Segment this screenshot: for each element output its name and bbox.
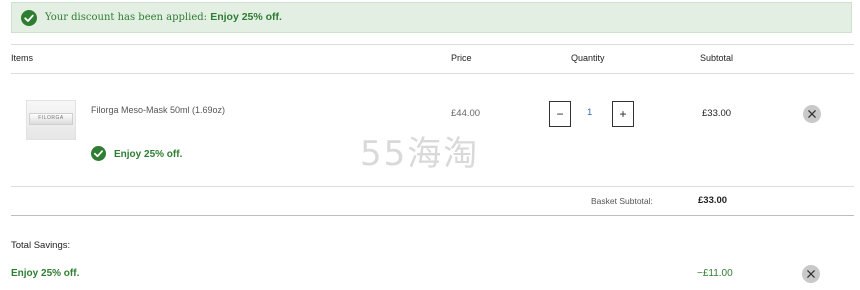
watermark: 55海淘	[360, 134, 480, 174]
column-header-subtotal: Subtotal	[700, 53, 734, 63]
check-circle-icon	[21, 10, 37, 26]
remove-item-button[interactable]	[803, 105, 821, 123]
header-top-divider	[11, 44, 854, 45]
close-icon	[808, 110, 816, 118]
remove-discount-button[interactable]	[802, 265, 820, 283]
row-bottom-divider	[11, 186, 854, 187]
savings-value: −£11.00	[697, 268, 733, 279]
column-header-price: Price	[451, 53, 472, 63]
product-jar-lid: FILORGA	[29, 113, 73, 125]
header-bottom-divider	[11, 73, 854, 74]
check-circle-icon	[91, 146, 106, 161]
discount-message-text: Your discount has been applied:	[45, 12, 208, 23]
quantity-decrease-button[interactable]: −	[549, 101, 571, 127]
product-thumbnail[interactable]: FILORGA	[26, 100, 76, 140]
discount-offer-text: Enjoy 25% off.	[210, 11, 282, 23]
basket-subtotal-value: £33.00	[698, 195, 728, 206]
column-header-quantity: Quantity	[571, 53, 605, 63]
total-savings-title: Total Savings:	[11, 240, 71, 251]
item-subtotal: £33.00	[702, 108, 732, 119]
minus-icon: −	[556, 107, 564, 121]
product-thumbnail-brand: FILORGA	[38, 115, 64, 121]
close-icon	[807, 270, 815, 278]
quantity-value[interactable]: 1	[587, 107, 592, 118]
product-name-link[interactable]: Filorga Meso-Mask 50ml (1.69oz)	[91, 105, 225, 115]
savings-offer-label: Enjoy 25% off.	[11, 268, 80, 279]
discount-banner: Your discount has been applied: Enjoy 25…	[11, 2, 852, 33]
basket-bottom-divider	[11, 215, 854, 216]
item-price: £44.00	[451, 108, 481, 119]
plus-icon: +	[619, 107, 627, 121]
item-offer-label: Enjoy 25% off.	[114, 149, 183, 160]
quantity-increase-button[interactable]: +	[612, 101, 634, 127]
column-header-items: Items	[11, 53, 34, 63]
basket-subtotal-label: Basket Subtotal:	[591, 196, 653, 206]
discount-message: Your discount has been applied: Enjoy 25…	[45, 11, 282, 23]
